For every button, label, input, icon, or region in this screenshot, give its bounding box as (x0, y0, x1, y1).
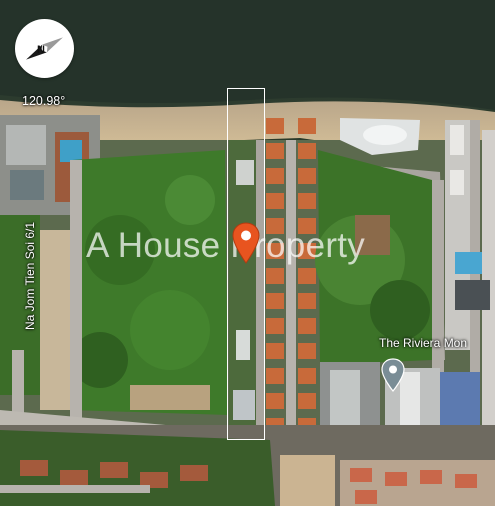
compass-icon: N (26, 37, 63, 60)
compass-button[interactable]: N (15, 19, 74, 78)
location-pin-icon[interactable] (232, 222, 260, 264)
property-boundary-outline (227, 88, 265, 440)
poi-pin-icon[interactable] (381, 358, 405, 392)
compass-letter: N (37, 44, 45, 56)
road-vertical-1 (286, 140, 296, 440)
road-label: Na Jom Tien Soi 6/1 (23, 221, 37, 330)
satellite-map[interactable]: A House Property N 120.98° Na Jom Tien S… (0, 0, 495, 506)
heading-readout: 120.98° (22, 94, 66, 108)
poi-label[interactable]: The Riviera Mon (379, 336, 467, 350)
